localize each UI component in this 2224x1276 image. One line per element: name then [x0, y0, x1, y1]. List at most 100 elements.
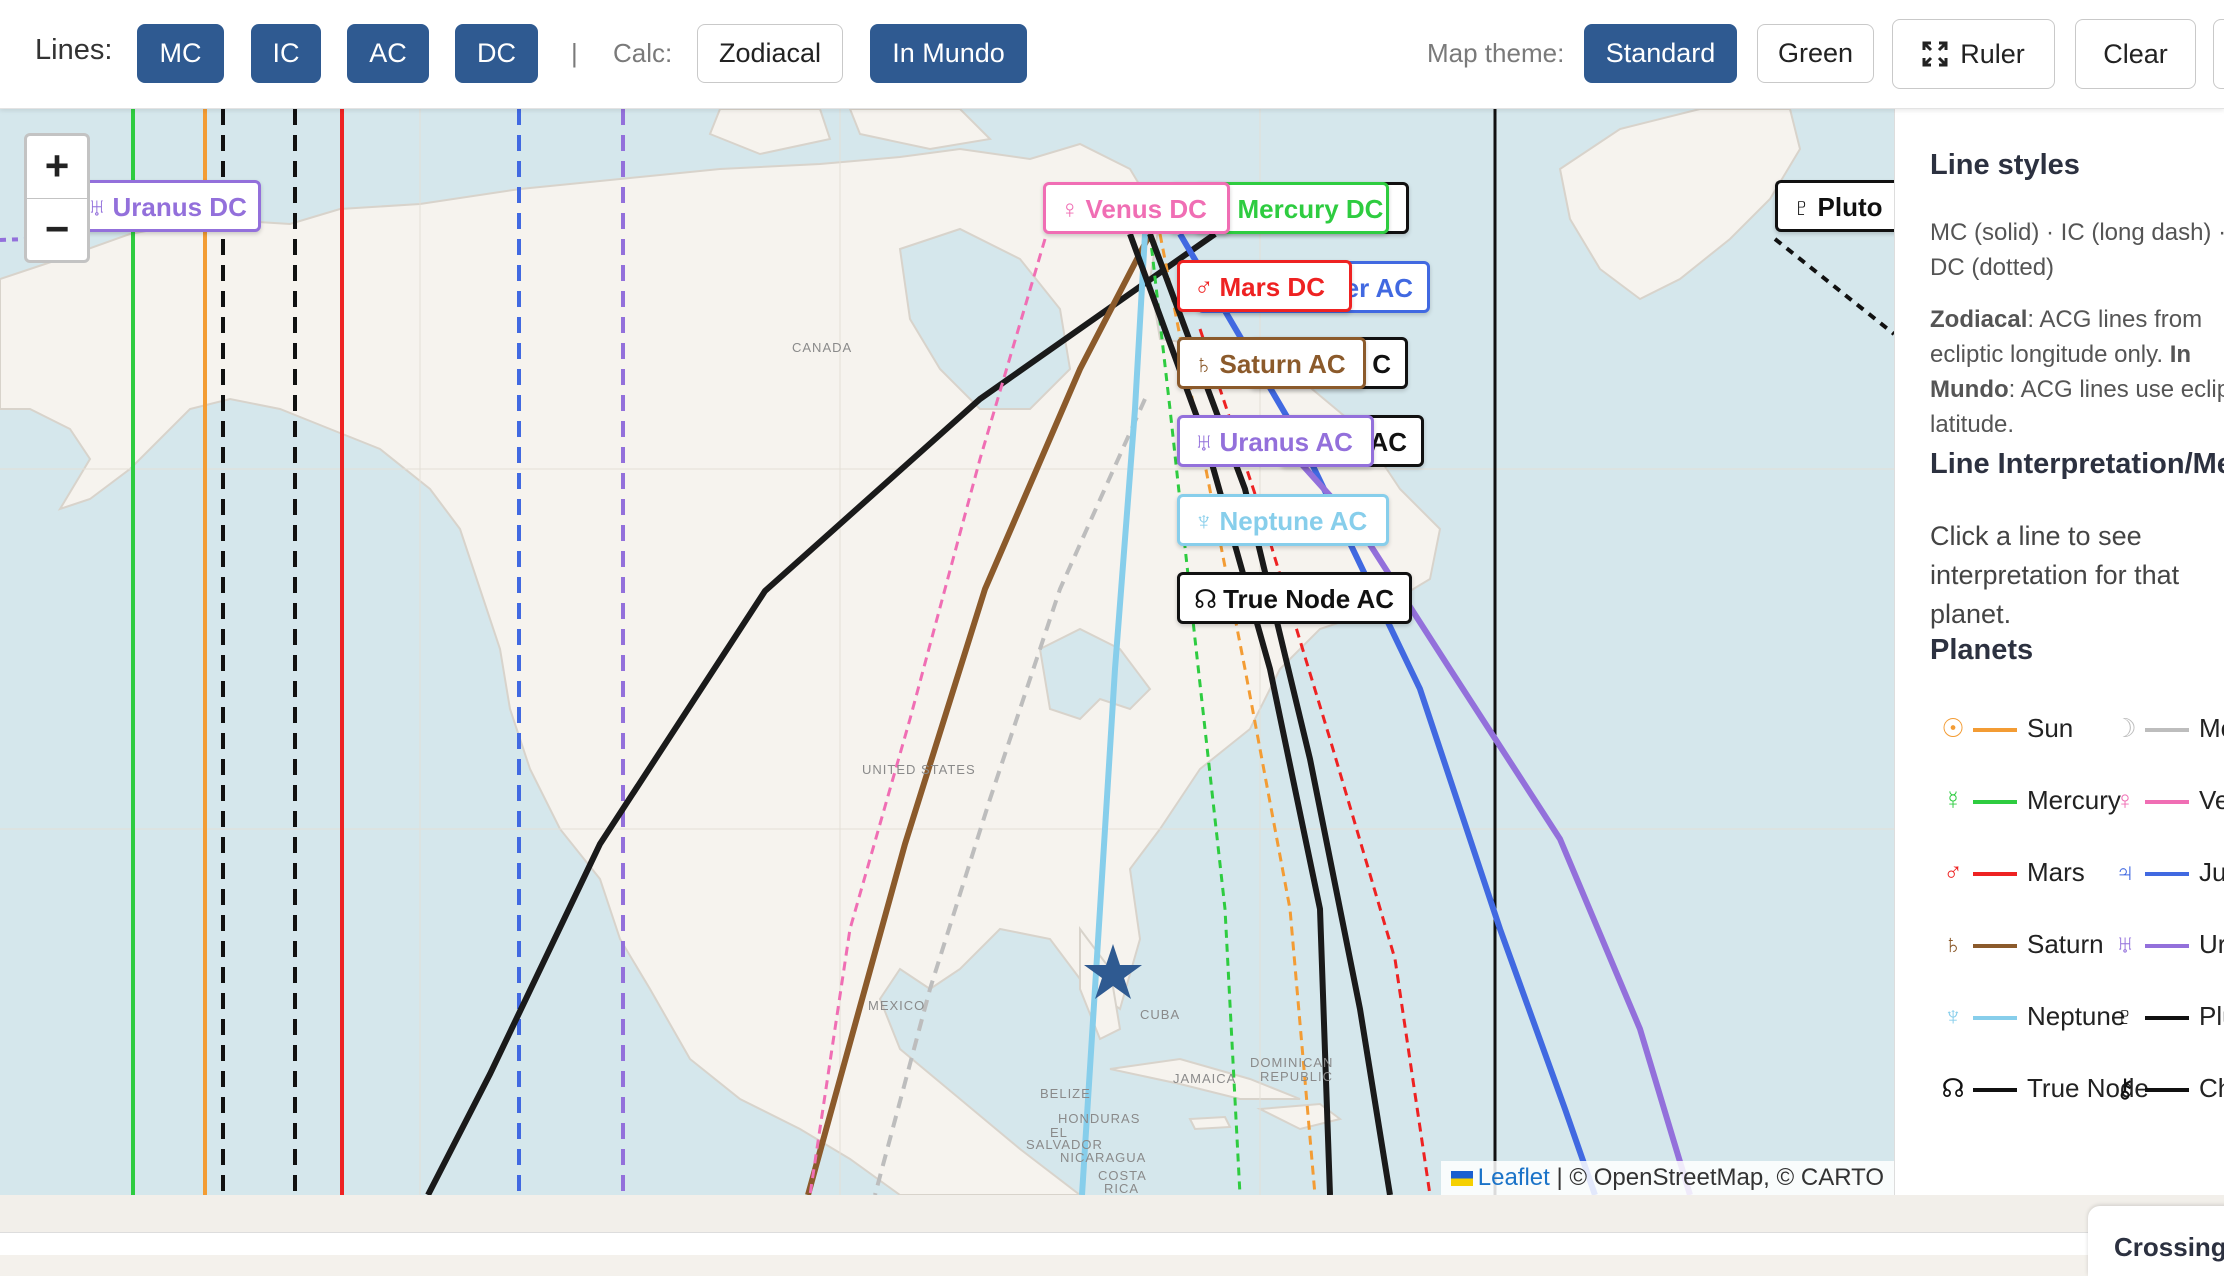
arctic-island-1 — [708, 109, 832, 156]
in-mundo-calc-button[interactable]: In Mundo — [870, 24, 1027, 83]
legend-label: Mars — [2027, 857, 2085, 887]
country-label-honduras: HONDURAS — [1058, 1111, 1141, 1126]
ukraine-flag-icon — [1450, 1171, 1473, 1186]
legend-swatch — [1973, 872, 2017, 877]
crossings-tab[interactable]: Crossings — [2088, 1206, 2224, 1276]
venus-icon: ♀ — [2115, 785, 2135, 815]
legend-swatch — [2145, 1088, 2189, 1093]
zodiacal-calc-button[interactable]: Zodiacal — [697, 24, 843, 83]
legend-swatch — [2145, 944, 2189, 949]
mercury-icon: ☿ — [1943, 785, 1963, 815]
legend-swatch — [1973, 800, 2017, 805]
label-venus-dc[interactable]: ♀ Venus DC — [1043, 182, 1230, 234]
standard-theme-button[interactable]: Standard — [1584, 24, 1737, 83]
zoom-control: + − — [24, 133, 90, 263]
dc-toggle-button[interactable]: DC — [455, 24, 538, 83]
label-mars-dc[interactable]: ♂ Mars DC — [1177, 260, 1352, 312]
more-toolbar-button[interactable] — [2213, 19, 2224, 89]
leaflet-link[interactable]: Leaflet — [1478, 1164, 1550, 1191]
legend-label: Saturn — [2027, 929, 2104, 959]
land-masses — [0, 109, 1802, 1195]
country-label-rica: RICA — [1104, 1181, 1140, 1195]
arctic-island-2 — [848, 109, 993, 151]
true-node-icon: ☊ — [1941, 1073, 1965, 1103]
toolbar: Lines: MC IC AC DC | Calc: Zodiacal In M… — [0, 0, 2224, 109]
legend-swatch — [1973, 1088, 2017, 1093]
greenland-landmass — [1558, 109, 1802, 301]
label-mercury-dc-text: Mercury DC — [1237, 194, 1384, 224]
label-true-node-ac-text: True Node AC — [1223, 584, 1395, 614]
legend-item-uranus[interactable]: ♅ Uranus — [2111, 924, 2224, 964]
label-true-node-ac[interactable]: ☊ True Node AC — [1177, 572, 1412, 624]
sidebar: Line styles MC (solid) · IC (long dash) … — [1894, 109, 2224, 1195]
legend-label: Chiron — [2199, 1073, 2224, 1103]
label-uranus-dc[interactable]: ♅ Uranus DC — [80, 180, 261, 232]
toolbar-separator: | — [571, 38, 578, 68]
jupiter-icon: ♃ — [2115, 857, 2135, 887]
country-label-jamaica: JAMAICA — [1173, 1071, 1237, 1086]
label-mars-dc-glyph: ♂ — [1194, 272, 1214, 302]
label-uranus-ac-text: Uranus AC — [1219, 427, 1353, 457]
legend-item-sun[interactable]: ☉ Sun — [1939, 708, 2073, 748]
legend-item-mars[interactable]: ♂ Mars — [1939, 852, 2085, 892]
legend-item-jupiter[interactable]: ♃ Jupiter — [2111, 852, 2224, 892]
lines-label: Lines: — [35, 34, 113, 66]
expand-icon — [1922, 41, 1948, 67]
interpretation-heading: Line Interpretation/Meaning — [1930, 448, 2224, 480]
label-pluto-text: Pluto — [1817, 192, 1883, 222]
mc-toggle-button[interactable]: MC — [137, 24, 224, 83]
legend-item-neptune[interactable]: ♆ Neptune — [1939, 996, 2125, 1036]
legend-item-venus[interactable]: ♀ Venus — [2111, 780, 2224, 820]
legend-label: Jupiter — [2199, 857, 2224, 887]
label-mars-dc-text: Mars DC — [1219, 272, 1325, 302]
pluto-icon: ♇ — [2115, 1001, 2135, 1031]
legend-item-mercury[interactable]: ☿ Mercury — [1939, 780, 2121, 820]
label-neptune-ac-glyph: ♆ — [1194, 506, 1214, 536]
legend-label: Uranus — [2199, 929, 2224, 959]
moon-icon: ☽ — [2113, 713, 2137, 743]
zoom-in-button[interactable]: + — [27, 136, 87, 199]
label-neptune-ac[interactable]: ♆ Neptune AC — [1177, 494, 1389, 546]
label-pluto[interactable]: ♇ Pluto — [1775, 180, 1894, 232]
attribution-text: | © OpenStreetMap, © CARTO — [1549, 1164, 1884, 1191]
ruler-button[interactable]: Ruler — [1892, 19, 2055, 89]
label-saturn-ac-text: Saturn AC — [1219, 349, 1346, 379]
legend-item-pluto[interactable]: ♇ Pluto — [2111, 996, 2224, 1036]
neptune-icon: ♆ — [1943, 1001, 1963, 1031]
legend-label: Sun — [2027, 713, 2074, 743]
line-styles-heading: Line styles — [1930, 149, 2080, 181]
pluto-dc-line[interactable] — [1773, 237, 1894, 336]
clear-button[interactable]: Clear — [2075, 19, 2196, 89]
sun-icon: ☉ — [1941, 713, 1965, 743]
map-attribution: Leaflet | © OpenStreetMap, © CARTO — [1440, 1161, 1894, 1195]
zoom-out-button[interactable]: − — [27, 199, 87, 261]
legend-item-chiron[interactable]: ⚷ Chiron — [2111, 1068, 2224, 1108]
zodiacal-bold: Zodiacal — [1930, 306, 2028, 333]
calc-label: Calc: — [613, 38, 673, 68]
legend-item-saturn[interactable]: ♄ Saturn — [1939, 924, 2104, 964]
jamaica-landmass — [1188, 1115, 1232, 1131]
ruler-button-label: Ruler — [1960, 39, 2025, 69]
ic-toggle-button[interactable]: IC — [251, 24, 321, 83]
legend-item-moon[interactable]: ☽ Moon — [2111, 708, 2224, 748]
label-uranus-ac[interactable]: ♅ Uranus AC — [1177, 415, 1374, 467]
label-uranus-ac-glyph: ♅ — [1194, 427, 1214, 457]
label-uranus-behind-text: AC — [1369, 427, 1407, 457]
ac-toggle-button[interactable]: AC — [347, 24, 429, 83]
green-theme-button[interactable]: Green — [1757, 24, 1874, 83]
legend-label: Pluto — [2199, 1001, 2224, 1031]
label-saturn-ac[interactable]: ♄ Saturn AC — [1177, 337, 1366, 389]
map-view[interactable]: CANADA UNITED STATES MEXICO CUBA JAMAICA… — [0, 109, 1894, 1195]
country-label-nicaragua: NICARAGUA — [1060, 1150, 1147, 1165]
map-theme-label: Map theme: — [1427, 38, 1565, 68]
planets-heading: Planets — [1930, 634, 2034, 666]
label-pluto-glyph: ♇ — [1792, 192, 1812, 222]
label-neptune-ac-text: Neptune AC — [1219, 506, 1368, 536]
country-label-dominican: DOMINICAN — [1250, 1055, 1334, 1070]
map-canvas[interactable] — [0, 109, 1894, 1195]
legend-swatch — [2145, 800, 2189, 805]
saturn-icon: ♄ — [1943, 929, 1963, 959]
legend-swatch — [1973, 1016, 2017, 1021]
map-bottom-bar — [0, 1195, 2224, 1232]
legend-swatch — [2145, 872, 2189, 877]
